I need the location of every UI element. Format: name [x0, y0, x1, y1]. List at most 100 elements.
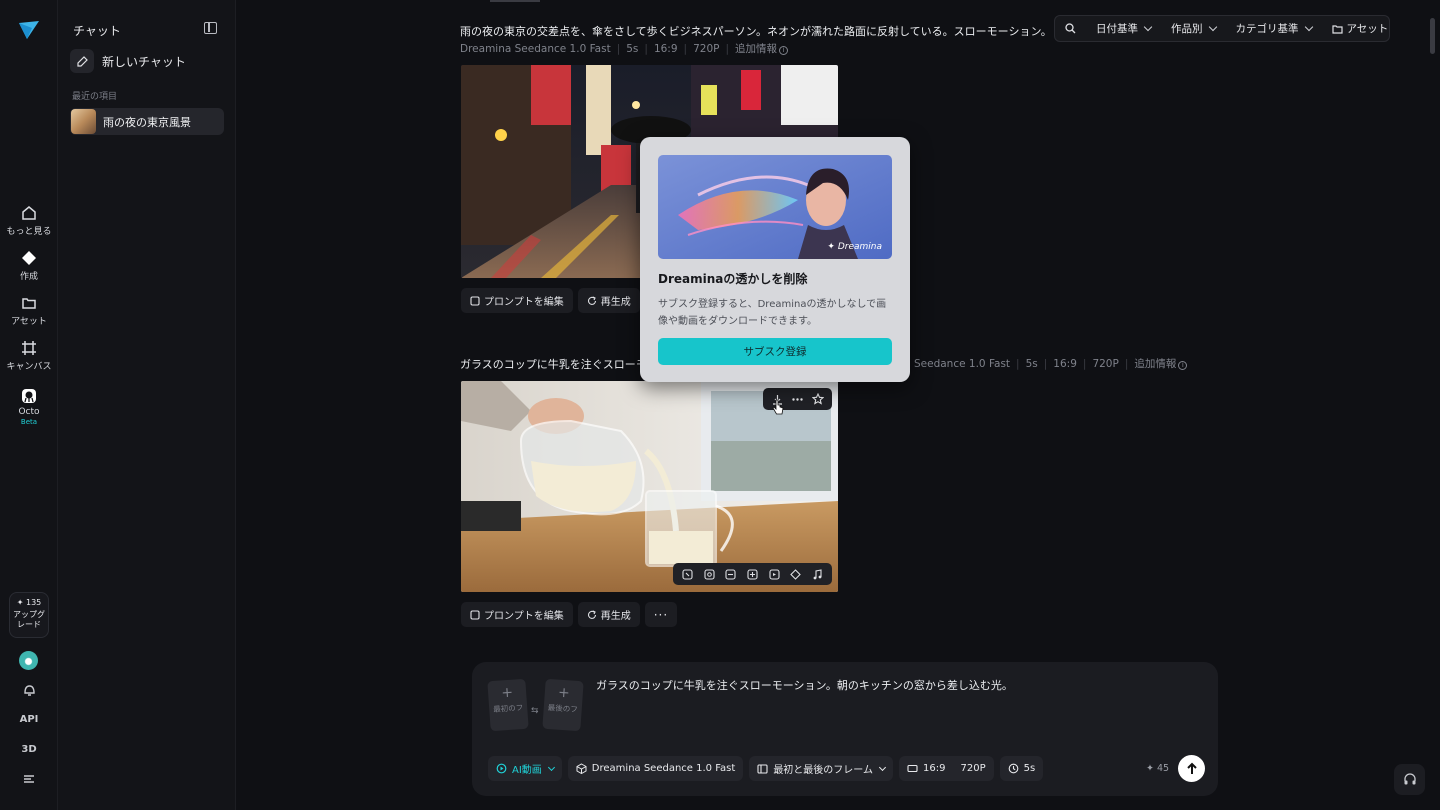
ratio-icon — [907, 764, 918, 773]
model-name: Seedance 1.0 Fast — [914, 357, 1011, 370]
extend-icon — [747, 568, 758, 580]
app-root: もっと見る 作成 アセット キャンバス Octo Beta ✦ 135 アップグ… — [0, 0, 1440, 810]
clock-icon — [1008, 763, 1018, 774]
rail-item-create[interactable]: 作成 — [0, 250, 58, 282]
canvas-icon — [22, 341, 36, 355]
ratio-resolution-button[interactable]: 16:9 720P — [899, 756, 994, 781]
filter-category-dropdown[interactable]: カテゴリ基準 — [1226, 16, 1322, 41]
generation-actions: プロンプトを編集 再生成 — [461, 288, 640, 313]
lipsync-icon — [768, 568, 780, 580]
frame-edit-icon — [682, 568, 693, 580]
user-avatar[interactable] — [19, 651, 38, 670]
3d-link[interactable]: 3D — [0, 744, 58, 755]
model-dropdown[interactable]: Dreamina Seedance 1.0 Fast — [567, 756, 744, 781]
credit-cost: ✦ 45 — [1146, 763, 1170, 774]
rail-item-assets[interactable]: アセット — [0, 295, 58, 327]
swap-icon[interactable]: ⇆ — [531, 706, 539, 716]
tool-frame-edit[interactable] — [681, 567, 695, 581]
filter-work-dropdown[interactable]: 作品別 — [1161, 16, 1226, 41]
tool-extend[interactable] — [745, 567, 759, 581]
effects-icon — [790, 568, 801, 580]
favorite-button[interactable] — [811, 392, 825, 406]
popup-brand-mark: ✦ Dreamina — [827, 242, 882, 252]
tool-interpolate[interactable] — [724, 567, 738, 581]
last-frame-label: 最後のフ — [547, 702, 579, 715]
ai-video-icon — [496, 763, 507, 774]
rail-item-octo[interactable]: Octo Beta — [0, 388, 58, 426]
duration-label: 5s — [1023, 763, 1036, 774]
send-button[interactable] — [1178, 755, 1205, 782]
support-button[interactable] — [1394, 764, 1425, 795]
top-toolbar: 日付基準 作品別 カテゴリ基準 アセット — [1054, 15, 1390, 42]
aspect-ratio: 16:9 — [1053, 357, 1077, 370]
first-frame-label: 最初のフ — [492, 702, 524, 715]
filter-date-dropdown[interactable]: 日付基準 — [1086, 16, 1161, 41]
more-info-link[interactable]: 追加情報 i — [735, 41, 788, 56]
assets-button[interactable]: アセット — [1322, 16, 1399, 41]
recent-chat-label: 雨の夜の東京風景 — [103, 115, 191, 129]
search-button[interactable] — [1055, 16, 1086, 41]
star-icon — [811, 393, 824, 405]
rail-item-home[interactable]: もっと見る — [0, 205, 58, 237]
beta-badge: Beta — [20, 418, 38, 426]
refresh-icon — [587, 296, 596, 305]
credit-value: 135 — [25, 598, 42, 607]
popup-illustration: ✦ Dreamina — [658, 155, 892, 259]
edit-prompt-label: プロンプトを編集 — [484, 297, 564, 308]
popup-body: サブスク登録すると、Dreaminaの透かしなしで画像や動画をダウンロードできま… — [658, 299, 887, 327]
prompt-input[interactable]: ガラスのコップに牛乳を注ぐスローモーション。朝のキッチンの窓から差し込む光。 — [596, 677, 1013, 693]
resolution: 720P — [1092, 357, 1119, 370]
recent-thumbnail — [71, 109, 96, 134]
menu-icon — [24, 775, 34, 783]
credit-count: ✦ 135 — [16, 598, 42, 607]
subscribe-button[interactable]: サブスク登録 — [658, 338, 892, 365]
rail-item-canvas[interactable]: キャンバス — [0, 340, 58, 372]
tool-effects[interactable] — [789, 567, 803, 581]
last-frame-upload[interactable]: + 最後のフ — [542, 678, 584, 732]
dreamina-logo-icon[interactable] — [18, 20, 40, 40]
aspect-ratio: 16:9 — [653, 42, 678, 55]
upgrade-button[interactable]: ✦ 135 アップグレード — [9, 592, 49, 638]
more-info-label: 追加情報 — [1134, 358, 1177, 370]
info-icon: i — [779, 46, 788, 55]
more-info-link[interactable]: 追加情報 i — [1134, 356, 1188, 371]
mode-label: AI動画 — [512, 765, 542, 776]
duration: 5s — [1025, 357, 1038, 370]
tool-music[interactable] — [810, 567, 824, 581]
duration-button[interactable]: 5s — [999, 756, 1044, 781]
regenerate-button[interactable]: 再生成 — [577, 602, 640, 627]
notifications-button[interactable] — [0, 683, 58, 700]
api-link[interactable]: API — [0, 714, 58, 725]
menu-button[interactable] — [0, 774, 58, 787]
recent-chat-item[interactable]: 雨の夜の東京風景 — [70, 108, 224, 135]
credit-cost-value: 45 — [1156, 763, 1170, 774]
edit-prompt-button[interactable]: プロンプトを編集 — [461, 288, 573, 313]
edit-icon — [470, 609, 480, 620]
page-scrollbar[interactable] — [1430, 18, 1435, 54]
mode-dropdown[interactable]: AI動画 — [488, 756, 562, 781]
bell-icon — [23, 685, 35, 696]
resolution: 720P — [693, 42, 720, 55]
frames-dropdown[interactable]: 最初と最後のフレーム — [749, 756, 894, 781]
more-info-label: 追加情報 — [735, 43, 777, 55]
music-icon — [813, 568, 822, 579]
arrow-up-icon — [1186, 762, 1197, 774]
refresh-icon — [587, 610, 596, 619]
tool-upscale[interactable] — [702, 567, 716, 581]
new-chat-button[interactable]: 新しいチャット — [70, 49, 220, 73]
first-frame-upload[interactable]: + 最初のフ — [487, 678, 529, 732]
more-button[interactable] — [790, 392, 804, 406]
chevron-down-icon — [547, 763, 555, 771]
edit-prompt-button[interactable]: プロンプトを編集 — [461, 602, 573, 627]
generation-meta: Dreamina Seedance 1.0 Fast | 5s | 16:9 | 72… — [460, 41, 788, 56]
rail-label: アセット — [11, 317, 47, 327]
more-actions-button[interactable]: ··· — [644, 602, 678, 627]
tool-lipsync[interactable] — [767, 567, 781, 581]
rail-label: 作成 — [19, 272, 38, 282]
regenerate-button[interactable]: 再生成 — [577, 288, 640, 313]
info-icon: i — [1178, 361, 1188, 370]
model-label: Dreamina Seedance 1.0 Fast — [591, 763, 736, 774]
sidebar-toggle-icon[interactable] — [204, 22, 217, 34]
folder-icon — [1331, 24, 1343, 34]
edit-icon — [470, 295, 480, 306]
